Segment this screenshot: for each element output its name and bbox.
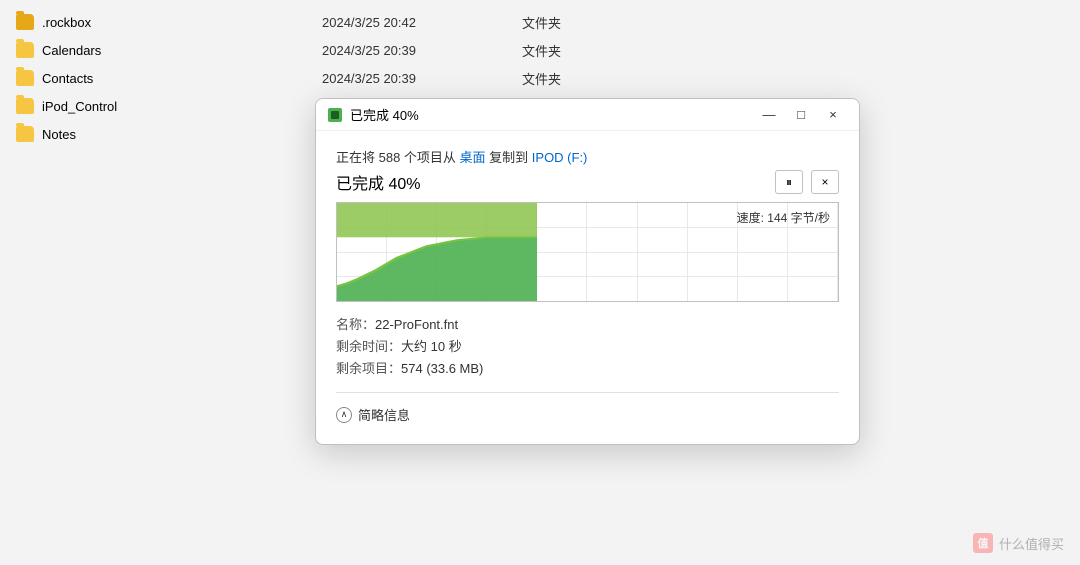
folder-icon xyxy=(16,42,34,58)
cancel-button[interactable]: × xyxy=(811,170,839,194)
watermark-text: 什么值得买 xyxy=(999,534,1064,553)
watermark: 值 什么值得买 xyxy=(973,533,1064,553)
maximize-button[interactable]: □ xyxy=(787,104,815,126)
remaining-items-row: 剩余项目：574 (33.6 MB) xyxy=(336,358,839,380)
file-name: Calendars xyxy=(42,43,322,58)
speed-label: 速度: 144 字节/秒 xyxy=(737,209,830,226)
copy-source-link[interactable]: 桌面 xyxy=(460,150,486,165)
file-name: .rockbox xyxy=(42,15,322,30)
progress-header: 已完成 40% ⏸ × xyxy=(336,170,839,194)
file-date: 2024/3/25 20:42 xyxy=(322,15,522,30)
watermark-icon: 值 xyxy=(973,533,993,553)
folder-icon xyxy=(16,126,34,142)
copy-desc-mid: 复制到 xyxy=(486,150,532,165)
divider xyxy=(336,392,839,393)
collapse-row[interactable]: ∧ 简略信息 xyxy=(336,401,839,428)
file-type: 文件夹 xyxy=(522,69,561,88)
dialog-title-text: 已完成 40% xyxy=(350,105,755,124)
collapse-icon: ∧ xyxy=(336,407,352,423)
close-button[interactable]: × xyxy=(819,104,847,126)
collapse-label: 简略信息 xyxy=(358,405,410,424)
remaining-time-row: 剩余时间：大约 10 秒 xyxy=(336,336,839,358)
file-row[interactable]: .rockbox 2024/3/25 20:42 文件夹 xyxy=(0,8,1080,36)
minimize-button[interactable]: — xyxy=(755,104,783,126)
remaining-time-value: 大约 10 秒 xyxy=(401,339,462,354)
watermark-icon-text: 值 xyxy=(977,535,988,551)
progress-area-chart xyxy=(337,203,537,301)
copy-progress-dialog: 已完成 40% — □ × 正在将 588 个项目从 桌面 复制到 IPOD (… xyxy=(315,98,860,445)
progress-percent-title: 已完成 40% xyxy=(336,170,420,194)
file-type: 文件夹 xyxy=(522,41,561,60)
copy-description: 正在将 588 个项目从 桌面 复制到 IPOD (F:) xyxy=(336,147,839,166)
progress-controls: ⏸ × xyxy=(775,170,839,194)
file-name-value: 22-ProFont.fnt xyxy=(375,317,458,332)
remaining-items-label: 剩余项目： xyxy=(336,361,401,376)
folder-icon xyxy=(16,14,34,30)
copy-desc-prefix: 正在将 588 个项目从 xyxy=(336,150,460,165)
file-name-row: 名称：22-ProFont.fnt xyxy=(336,314,839,336)
remaining-items-value: 574 (33.6 MB) xyxy=(401,361,483,376)
file-name: Contacts xyxy=(42,71,322,86)
file-date: 2024/3/25 20:39 xyxy=(322,71,522,86)
file-row[interactable]: Calendars 2024/3/25 20:39 文件夹 xyxy=(0,36,1080,64)
file-type: 文件夹 xyxy=(522,13,561,32)
file-date: 2024/3/25 20:39 xyxy=(322,43,522,58)
file-name: Notes xyxy=(42,127,322,142)
file-name: iPod_Control xyxy=(42,99,322,114)
pause-button[interactable]: ⏸ xyxy=(775,170,803,194)
file-row[interactable]: Contacts 2024/3/25 20:39 文件夹 xyxy=(0,64,1080,92)
dialog-body: 正在将 588 个项目从 桌面 复制到 IPOD (F:) 已完成 40% ⏸ … xyxy=(316,131,859,444)
progress-bar-container: 速度: 144 字节/秒 xyxy=(336,202,839,302)
file-name-label: 名称： xyxy=(336,317,375,332)
dialog-titlebar: 已完成 40% — □ × xyxy=(316,99,859,131)
folder-icon xyxy=(16,70,34,86)
titlebar-buttons: — □ × xyxy=(755,104,847,126)
remaining-time-label: 剩余时间： xyxy=(336,339,401,354)
progress-info: 名称：22-ProFont.fnt 剩余时间：大约 10 秒 剩余项目：574 … xyxy=(336,314,839,380)
folder-icon xyxy=(16,98,34,114)
copy-dest-link[interactable]: IPOD (F:) xyxy=(532,150,588,165)
